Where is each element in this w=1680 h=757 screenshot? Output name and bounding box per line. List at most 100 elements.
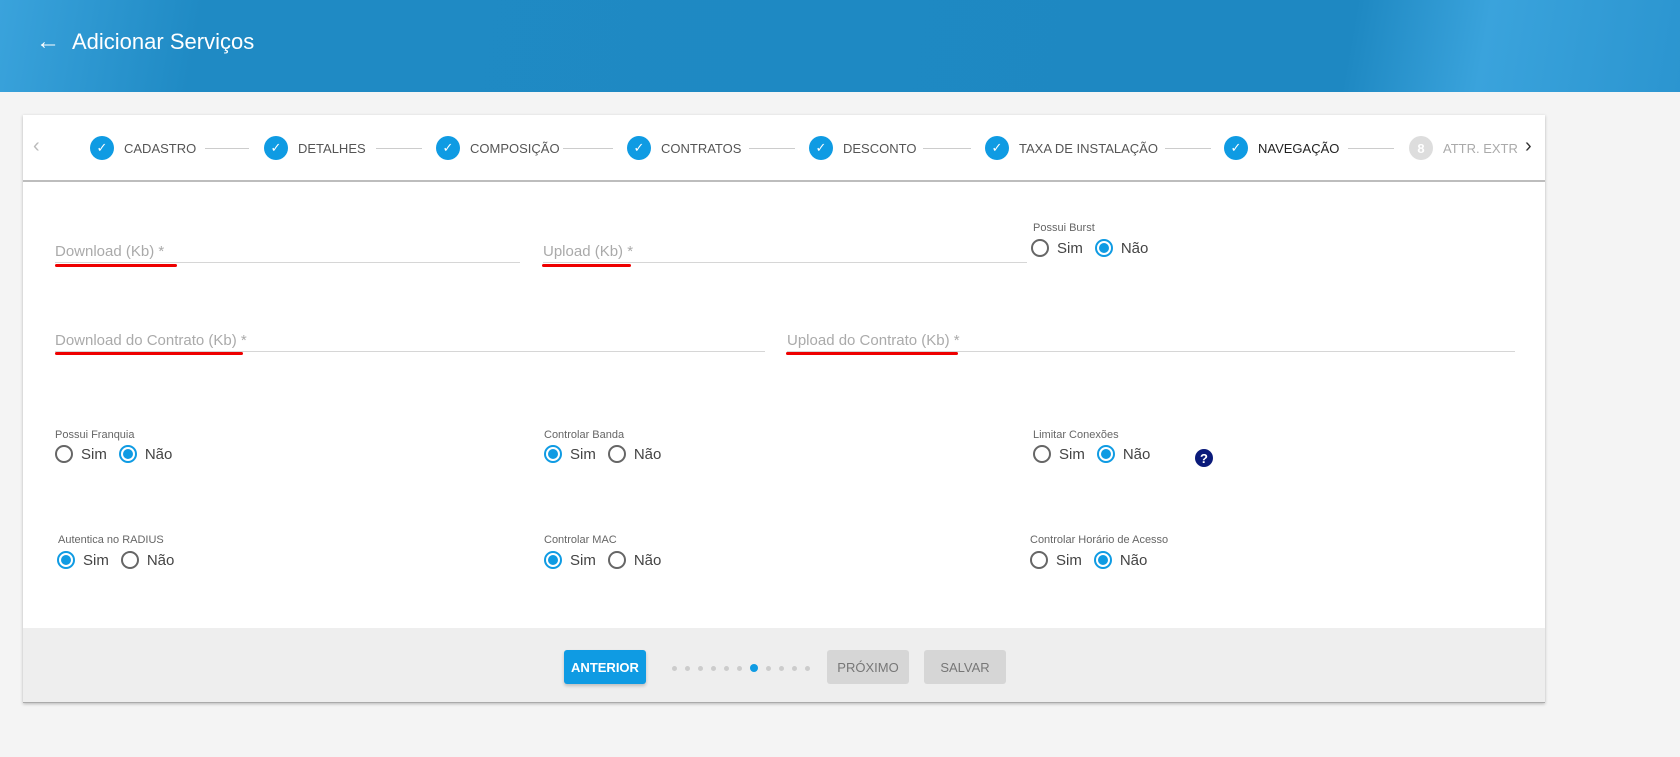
annotation-underline [55, 264, 177, 267]
radio-circle [1030, 551, 1048, 569]
radio-label: Sim [570, 445, 596, 463]
radio-label: Sim [1056, 551, 1082, 569]
controlar-horario-radio: Sim Não [1030, 551, 1159, 569]
radio-circle [607, 445, 626, 463]
radio-nao[interactable]: Não [607, 551, 661, 569]
wizard-footer: ANTERIOR PRÓXIMO SALVAR [23, 628, 1545, 703]
step-connector [563, 148, 613, 149]
radio-label: Sim [81, 445, 107, 463]
upload-input[interactable]: Upload (Kb) * [543, 243, 1027, 263]
annotation-underline [786, 352, 958, 355]
radio-sim[interactable]: Sim [57, 551, 109, 569]
radio-circle [1096, 445, 1115, 463]
radio-circle [57, 551, 75, 569]
app-header: ← Adicionar Serviços [0, 0, 1680, 92]
radio-nao[interactable]: Não [120, 551, 175, 569]
step-navegacao[interactable]: ✓ NAVEGAÇÃO [1224, 136, 1339, 160]
page-title: Adicionar Serviços [72, 29, 255, 54]
page-dot [805, 665, 810, 671]
radio-circle [1093, 551, 1112, 569]
autentica-radius-label: Autentica no RADIUS [58, 534, 164, 546]
step-label: CONTRATOS [661, 140, 742, 156]
step-connector [1165, 148, 1211, 149]
page-dot [711, 665, 716, 671]
radio-label: Não [1120, 239, 1149, 257]
step-detalhes[interactable]: ✓ DETALHES [264, 136, 366, 160]
back-arrow-icon[interactable]: ← [36, 28, 60, 56]
page-dot [724, 665, 729, 671]
step-composicao[interactable]: ✓ COMPOSIÇÃO [436, 136, 560, 160]
page-dot [779, 665, 784, 671]
check-icon: ✓ [985, 136, 1009, 160]
check-icon: ✓ [627, 136, 651, 160]
check-icon: ✓ [90, 136, 114, 160]
radio-sim[interactable]: Sim [544, 445, 596, 463]
radio-nao[interactable]: Não [1094, 239, 1149, 257]
anterior-button[interactable]: ANTERIOR [564, 650, 646, 684]
radio-nao[interactable]: Não [1096, 445, 1151, 463]
radio-label: Não [633, 445, 662, 463]
step-cadastro[interactable]: ✓ CADASTRO [90, 136, 196, 160]
radio-circle [55, 445, 73, 463]
check-icon: ✓ [1224, 136, 1248, 160]
page-dot [685, 665, 690, 671]
step-connector [1348, 148, 1394, 149]
step-attr-extr[interactable]: 8 ATTR. EXTR [1409, 136, 1518, 160]
download-input[interactable]: Download (Kb) * [55, 243, 520, 263]
radio-circle [118, 445, 137, 463]
chevron-right-icon[interactable]: › [1525, 135, 1532, 158]
radio-circle [544, 551, 562, 569]
step-contratos[interactable]: ✓ CONTRATOS [627, 136, 741, 160]
radio-label: Sim [83, 551, 109, 569]
check-icon: ✓ [436, 136, 460, 160]
radio-circle [1033, 445, 1051, 463]
radio-circle [120, 551, 139, 569]
autentica-radius-radio: Sim Não [57, 551, 186, 569]
limitar-conexoes-radio: Sim Não [1033, 445, 1162, 463]
radio-nao[interactable]: Não [607, 445, 662, 463]
download-contrato-input[interactable]: Download do Contrato (Kb) * [55, 332, 765, 352]
radio-label: Não [1122, 445, 1151, 463]
possui-burst-label: Possui Burst [1033, 222, 1095, 234]
radio-sim[interactable]: Sim [1030, 551, 1082, 569]
page-dots [672, 664, 818, 672]
proximo-button[interactable]: PRÓXIMO [827, 650, 909, 684]
radio-sim[interactable]: Sim [1031, 239, 1083, 257]
radio-label: Não [146, 551, 175, 569]
step-desconto[interactable]: ✓ DESCONTO [809, 136, 916, 160]
radio-sim[interactable]: Sim [1033, 445, 1085, 463]
radio-sim[interactable]: Sim [55, 445, 107, 463]
step-taxa-instalacao[interactable]: ✓ TAXA DE INSTALAÇÃO [985, 136, 1158, 160]
radio-label: Sim [1057, 239, 1083, 257]
possui-burst-radio: Sim Não [1031, 239, 1160, 257]
step-label: COMPOSIÇÃO [470, 140, 560, 156]
page-dot [766, 665, 771, 671]
step-connector [205, 148, 249, 149]
controlar-banda-radio: Sim Não [544, 445, 673, 463]
radio-nao[interactable]: Não [1093, 551, 1147, 569]
annotation-underline [55, 352, 243, 355]
salvar-button[interactable]: SALVAR [924, 650, 1006, 684]
possui-franquia-radio: Sim Não [55, 445, 184, 463]
help-icon[interactable]: ? [1195, 449, 1213, 467]
step-number: 8 [1409, 136, 1433, 160]
check-icon: ✓ [809, 136, 833, 160]
controlar-mac-label: Controlar MAC [544, 534, 617, 546]
stepper: ‹ ✓ CADASTRO ✓ DETALHES ✓ COMPOSIÇÃO ✓ CONTR… [23, 115, 1545, 182]
radio-nao[interactable]: Não [118, 445, 173, 463]
chevron-left-icon[interactable]: ‹ [33, 135, 40, 158]
step-connector [376, 148, 422, 149]
controlar-mac-radio: Sim Não [544, 551, 673, 569]
controlar-horario-label: Controlar Horário de Acesso [1030, 534, 1169, 546]
step-label: NAVEGAÇÃO [1258, 140, 1340, 156]
radio-label: Sim [570, 551, 596, 569]
radio-sim[interactable]: Sim [544, 551, 596, 569]
step-label: CADASTRO [124, 140, 197, 156]
step-label: TAXA DE INSTALAÇÃO [1019, 140, 1158, 156]
page-dot [792, 665, 797, 671]
upload-contrato-input[interactable]: Upload do Contrato (Kb) * [787, 332, 1515, 352]
radio-label: Não [144, 445, 173, 463]
step-label: DESCONTO [843, 140, 917, 156]
controlar-banda-label: Controlar Banda [544, 429, 625, 441]
limitar-conexoes-label: Limitar Conexões [1033, 429, 1119, 441]
